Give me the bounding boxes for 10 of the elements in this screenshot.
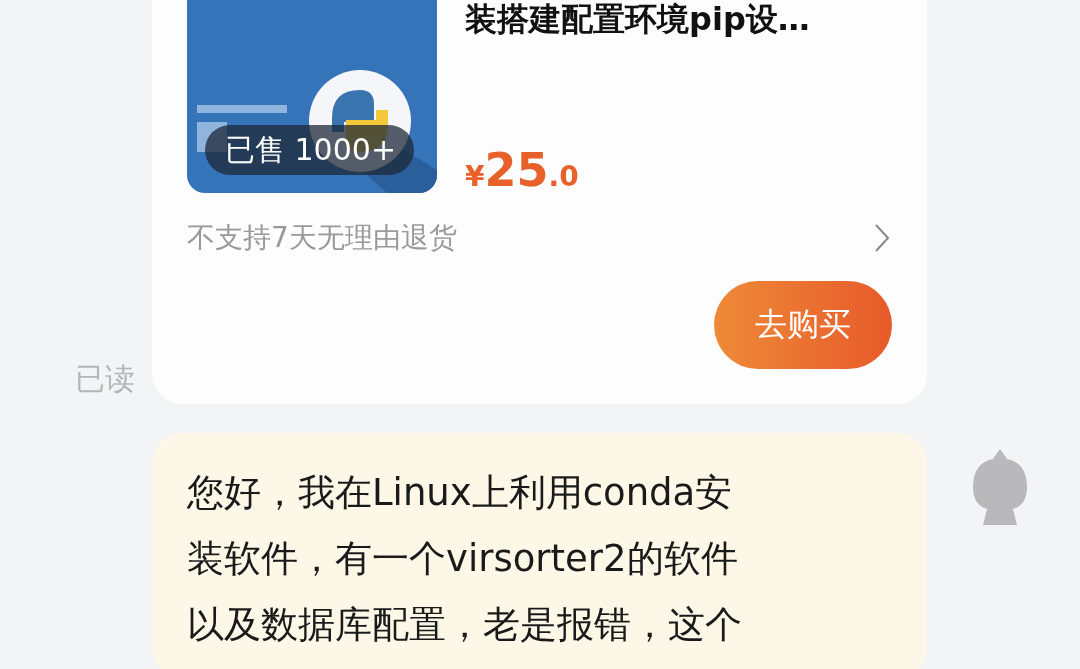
product-title[interactable]: 装搭建配置环境pip设…	[465, 0, 810, 42]
chevron-right-icon[interactable]	[874, 223, 890, 253]
message-text: 以及数据库配置，老是报错，这个	[187, 602, 743, 648]
read-status: 已读	[75, 360, 135, 398]
return-policy: 不支持7天无理由退货	[187, 220, 457, 256]
message-text: 装软件，有一个virsorter2的软件	[187, 536, 739, 582]
product-price: ¥25.0	[465, 147, 580, 193]
sold-count-badge: 已售 1000+	[205, 125, 415, 175]
message-text: 您好，我在Linux上利用conda安	[187, 470, 734, 516]
product-card[interactable]: 已售 1000+ 装搭建配置环境pip设… ¥25.0 不支持7天无理由退货 去购买	[152, 0, 927, 404]
